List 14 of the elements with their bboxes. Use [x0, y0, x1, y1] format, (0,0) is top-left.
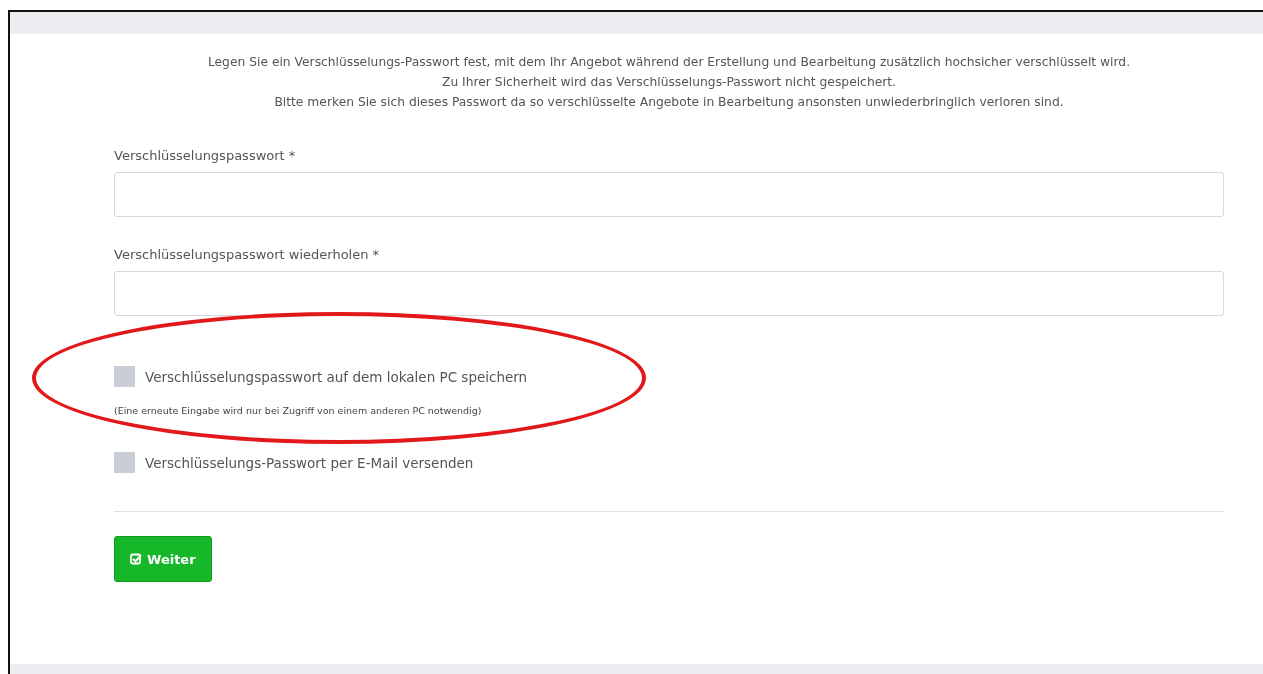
intro-text: Zu Ihrer Sicherheit wird das Verschlüsselungs-Passwort nicht gespeichert. [441, 74, 897, 91]
password-field[interactable] [114, 172, 1224, 217]
field-label: Verschlüsselungspasswort * [114, 148, 297, 163]
checkbox[interactable] [114, 452, 135, 473]
checkbox-icon [130, 553, 142, 565]
continue-button[interactable]: Weiter [114, 536, 212, 582]
checkbox-label: Verschlüsselungspasswort auf dem lokalen PC speichern [145, 368, 528, 385]
checkbox[interactable] [114, 366, 135, 387]
intro-text: Bitte merken Sie sich dieses Passwort da so verschlüsselte Angebote in Bearbeitung ansonsten unwiederbringlich verloren sind. [274, 94, 1064, 111]
password-field[interactable] [114, 271, 1224, 316]
intro-text: Legen Sie ein Verschlüsselungs-Passwort fest, mit dem Ihr Angebot während der Erstellung und Bearbeitung zusätzlich hochsicher verschlüsselt wird. [207, 54, 1131, 71]
field-label: Verschlüsselungspasswort wiederholen * [114, 247, 381, 262]
hint-text: (Eine erneute Eingabe wird nur bei Zugriff von einem anderen PC notwendig) [114, 405, 483, 416]
checkbox-label: Verschlüsselungs-Passwort per E-Mail versenden [145, 454, 474, 471]
